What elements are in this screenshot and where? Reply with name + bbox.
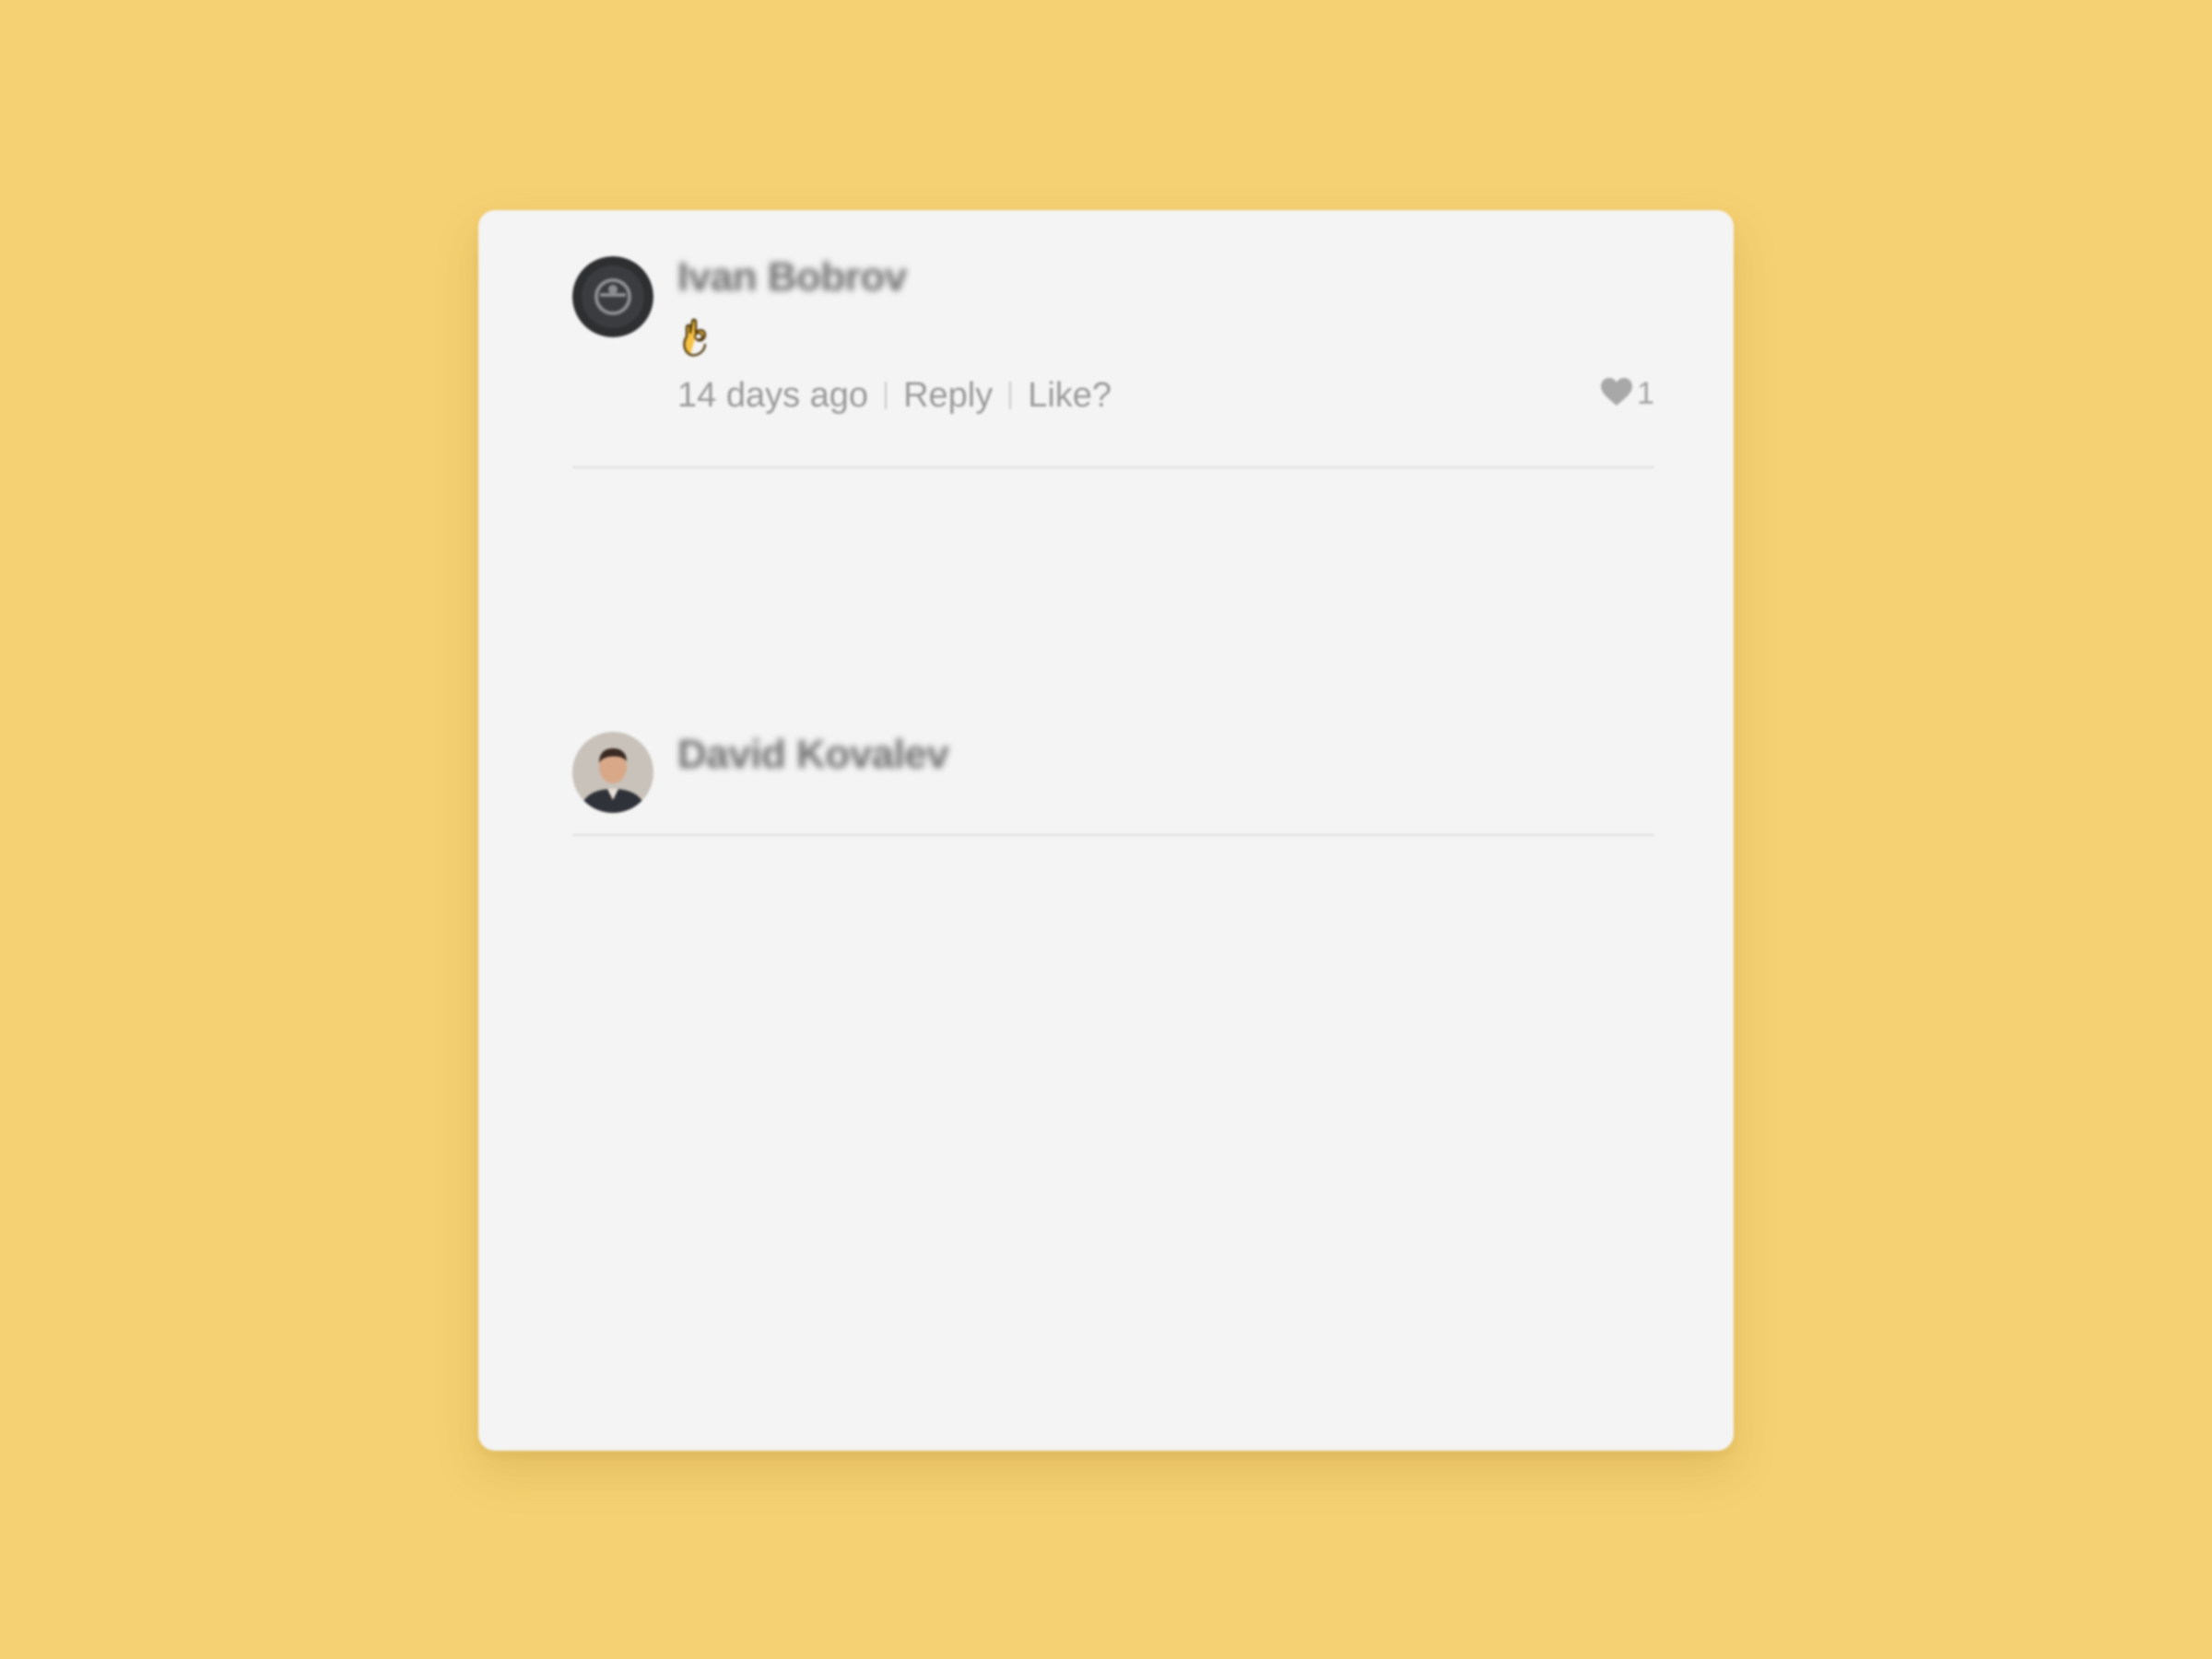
comment-meta: 14 days ago Reply Like?: [677, 376, 1112, 416]
timestamp: 14 days ago: [677, 376, 869, 415]
author-name[interactable]: Ivan Bobrov: [677, 254, 907, 300]
separator: [1009, 382, 1012, 409]
separator: [885, 382, 888, 409]
comments-card: Ivan Bobrov 14 days ago Reply Like? 1 Da…: [478, 210, 1734, 1451]
like-link[interactable]: Like?: [1028, 376, 1112, 415]
heart-icon: [1600, 377, 1633, 406]
comment-text: [677, 310, 1654, 362]
like-count[interactable]: 1: [1600, 376, 1654, 412]
ok-hand-emoji-icon: [677, 318, 716, 357]
like-count-value: 1: [1637, 376, 1654, 411]
avatar[interactable]: [572, 256, 653, 337]
reply-link[interactable]: Reply: [903, 376, 993, 415]
comment-body-group: [572, 468, 1654, 836]
comment-item: Ivan Bobrov 14 days ago Reply Like? 1: [572, 210, 1654, 468]
